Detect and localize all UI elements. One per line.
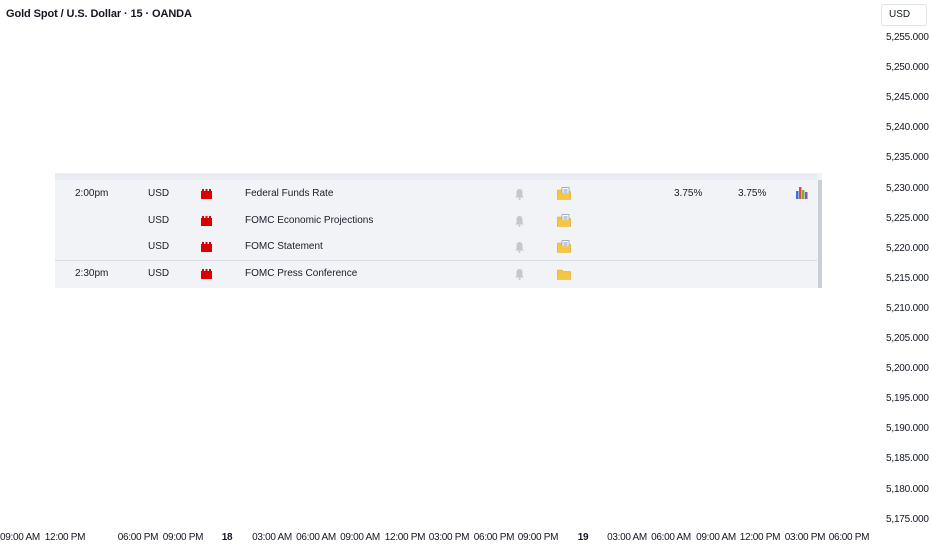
event-currency: USD — [148, 268, 170, 279]
price-label: 5,190.000 — [886, 423, 929, 435]
calendar-scrollbar[interactable] — [818, 180, 822, 288]
calendar-row[interactable]: USD FOMC Economic Projections — [55, 208, 817, 234]
price-label: 5,215.000 — [886, 272, 929, 284]
price-label: 5,175.000 — [886, 513, 929, 525]
price-label: 5,185.000 — [886, 453, 929, 465]
price-label: 5,180.000 — [886, 483, 929, 495]
time-label: 03:00 AM — [252, 532, 292, 543]
price-label: 5,235.000 — [886, 152, 929, 164]
actual-value: 3.75% — [674, 188, 703, 199]
price-label: 5,220.000 — [886, 242, 929, 254]
event-name[interactable]: Federal Funds Rate — [245, 188, 333, 199]
time-label: 06:00 PM — [117, 532, 159, 543]
time-label: 09:00 PM — [517, 532, 559, 543]
bell-icon[interactable] — [514, 188, 525, 200]
price-label: 5,200.000 — [886, 363, 929, 375]
time-label: 19 — [577, 532, 589, 543]
time-label: 06:00 AM — [651, 532, 691, 543]
bell-icon[interactable] — [514, 215, 525, 227]
time-label: 03:00 PM — [784, 532, 826, 543]
time-label: 09:00 AM — [0, 532, 40, 543]
time-label: 12:00 PM — [384, 532, 426, 543]
time-label: 03:00 PM — [428, 532, 470, 543]
price-label: 5,225.000 — [886, 212, 929, 224]
price-label: 5,230.000 — [886, 182, 929, 194]
price-label: 5,250.000 — [886, 62, 929, 74]
forecast-value: 3.75% — [738, 188, 767, 199]
event-name[interactable]: FOMC Press Conference — [245, 268, 357, 279]
folder-icon[interactable] — [557, 267, 571, 280]
time-label: 09:00 PM — [162, 532, 204, 543]
event-name[interactable]: FOMC Economic Projections — [245, 215, 373, 226]
price-label: 5,255.000 — [886, 32, 929, 43]
calendar-header-strip — [55, 173, 817, 180]
high-impact-icon — [201, 269, 212, 279]
time-label: 09:00 AM — [696, 532, 736, 543]
high-impact-icon — [201, 216, 212, 226]
price-label: 5,245.000 — [886, 92, 929, 104]
chart-title: Gold Spot / U.S. Dollar · 15 · OANDA — [6, 8, 192, 20]
time-label: 12:00 PM — [739, 532, 781, 543]
time-label: 18 — [221, 532, 233, 543]
folder-page-icon[interactable] — [557, 214, 571, 227]
bell-icon[interactable] — [514, 268, 525, 280]
bell-icon[interactable] — [514, 241, 525, 253]
event-time: 2:30pm — [75, 268, 109, 279]
folder-page-icon[interactable] — [557, 187, 571, 200]
time-label: 06:00 PM — [828, 532, 870, 543]
time-label: 12:00 PM — [44, 532, 86, 543]
calendar-row[interactable]: 2:00pm USD Federal Funds Rate 3.75% 3.75% — [55, 181, 817, 207]
price-label: 5,195.000 — [886, 393, 929, 405]
event-currency: USD — [148, 215, 170, 226]
folder-page-icon[interactable] — [557, 240, 571, 253]
time-label: 06:00 AM — [296, 532, 336, 543]
price-label: 5,210.000 — [886, 302, 929, 314]
calendar-row[interactable]: USD FOMC Statement — [55, 234, 817, 260]
high-impact-icon — [201, 242, 212, 252]
time-label: 06:00 PM — [473, 532, 515, 543]
bar-chart-icon[interactable] — [795, 186, 808, 199]
time-label: 03:00 AM — [607, 532, 647, 543]
economic-calendar: 2:00pm USD Federal Funds Rate 3.75% 3.75% USD… — [55, 173, 822, 288]
time-label: 09:00 AM — [340, 532, 380, 543]
calendar-row[interactable]: 2:30pm USD FOMC Press Conference — [55, 260, 817, 287]
event-currency: USD — [148, 188, 170, 199]
event-currency: USD — [148, 241, 170, 252]
event-name[interactable]: FOMC Statement — [245, 241, 323, 252]
price-axis[interactable]: 5,255.000 5,250.000 5,245.000 5,240.000 5,23… — [870, 0, 932, 550]
time-axis[interactable]: 09:00 AM 12:00 PM 06:00 PM 09:00 PM 18 03:00 … — [0, 528, 870, 550]
event-time: 2:00pm — [75, 188, 109, 199]
price-label: 5,205.000 — [886, 333, 929, 344]
high-impact-icon — [201, 189, 212, 199]
price-label: 5,240.000 — [886, 122, 929, 134]
